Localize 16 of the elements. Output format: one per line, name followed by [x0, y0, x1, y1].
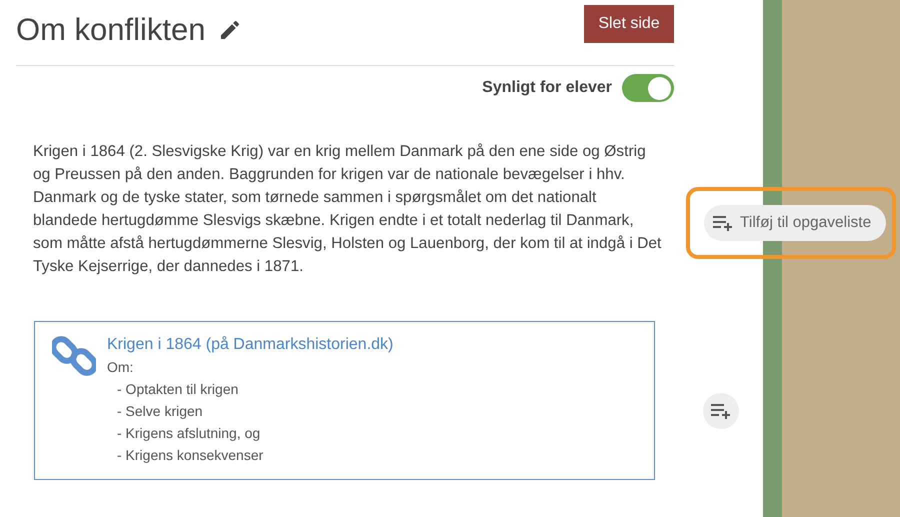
- card-intro: Om:: [107, 358, 134, 377]
- playlist-add-icon: [712, 215, 734, 231]
- delete-page-button[interactable]: Slet side: [584, 4, 674, 42]
- body-paragraph: Krigen i 1864 (2. Slesvigske Krig) var en krig mellem Danmark på den ene side og Østrig og Preussen på den anden. Baggrunden for krigen var de nationale bevægelser i hhv. Danmark og de tyske stater, som tørnede sammen i spørgsmålet om det nationalt blandede hertugdømme Slesvigs skæbne. Krigen endte i et totalt nederlag til Danmark, som måtte afstå hertugdømmerne Slesvig, Holsten og Lauenborg, der kom til at indgå i Det Tyske Kejserrige, der dannedes i 1871.: [33, 142, 662, 277]
- chain-link-icon: [52, 334, 96, 378]
- topic-item: - Optakten til krigen: [116, 380, 240, 399]
- add-to-list-button[interactable]: Tilføj til opgaveliste: [704, 205, 886, 241]
- topic-item: - Krigens afslutning, og: [116, 424, 262, 443]
- add-to-list-icon-button[interactable]: [703, 393, 739, 429]
- resource-link[interactable]: Krigen i 1864 (på Danmarkshistorien.dk): [107, 334, 394, 356]
- topic-item: - Selve krigen: [116, 402, 204, 421]
- playlist-add-icon: [710, 403, 732, 419]
- visibility-toggle[interactable]: [622, 74, 674, 102]
- page-title: Om konflikten: [16, 12, 206, 48]
- topic-item: - Krigens konsekvenser: [116, 446, 264, 465]
- visibility-label: Synligt for elever: [482, 79, 612, 97]
